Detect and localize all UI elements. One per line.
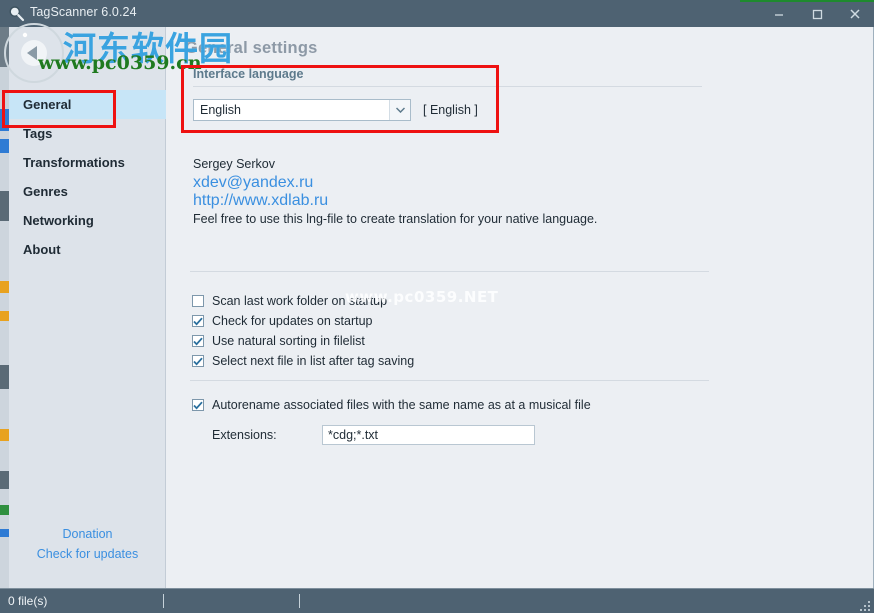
sidebar-item-tags[interactable]: Tags (9, 119, 166, 148)
interface-language-group: Interface language English [ English ] (184, 67, 704, 121)
sidebar-item-about[interactable]: About (9, 235, 166, 264)
page-title: General settings (185, 39, 318, 57)
sidebar-item-transformations[interactable]: Transformations (9, 148, 166, 177)
sidebar-item-general[interactable]: General (9, 90, 166, 119)
language-native-name: [ English ] (423, 103, 478, 117)
maximize-button[interactable] (798, 0, 836, 27)
checkbox-checked-icon[interactable] (192, 355, 204, 367)
translator-website-link[interactable]: http://www.xdlab.ru (193, 192, 597, 210)
checkbox-checked-icon[interactable] (192, 315, 204, 327)
extensions-row: Extensions: (212, 425, 591, 445)
option-check-updates-on-startup[interactable]: Check for updates on startup (192, 311, 414, 331)
option-label: Use natural sorting in filelist (212, 334, 365, 348)
translator-note: Feel free to use this lng-file to create… (193, 212, 598, 226)
sidebar-item-label: General (23, 97, 72, 112)
extensions-input[interactable] (322, 425, 535, 445)
checkbox-checked-icon[interactable] (192, 399, 204, 411)
sidebar-item-label: Genres (23, 184, 68, 199)
language-select[interactable]: English (193, 99, 411, 121)
check-for-updates-link[interactable]: Check for updates (9, 544, 166, 564)
sidebar-nav: General Tags Transformations Genres Netw… (9, 90, 166, 264)
option-natural-sorting[interactable]: Use natural sorting in filelist (192, 331, 414, 351)
status-bar: 0 file(s) (0, 588, 874, 613)
section-divider-2 (190, 380, 709, 381)
option-label: Select next file in list after tag savin… (212, 354, 415, 368)
option-select-next-file[interactable]: Select next file in list after tag savin… (192, 351, 414, 371)
sidebar-links: Donation Check for updates (9, 524, 166, 564)
application-window: TagScanner 6.0.24 General Tags Transform… (0, 0, 874, 613)
group-divider (193, 86, 702, 87)
language-row: English [ English ] (184, 99, 704, 121)
sidebar-item-label: Networking (23, 213, 94, 228)
sidebar-item-genres[interactable]: Genres (9, 177, 166, 206)
startup-options-list: Scan last work folder on startup Check f… (192, 291, 414, 371)
language-select-value: English (200, 103, 241, 117)
sidebar-item-label: Transformations (23, 155, 125, 170)
sidebar-item-label: Tags (23, 126, 53, 141)
minimize-button[interactable] (760, 0, 798, 27)
sidebar: General Tags Transformations Genres Netw… (9, 27, 166, 588)
resize-grip-icon[interactable] (859, 599, 871, 611)
title-bar[interactable]: TagScanner 6.0.24 (0, 0, 874, 27)
translator-name: Sergey Serkov (193, 157, 275, 171)
option-label: Check for updates on startup (212, 314, 373, 328)
window-controls (760, 0, 874, 27)
checkbox-checked-icon[interactable] (192, 335, 204, 347)
status-file-count: 0 file(s) (8, 594, 48, 608)
sidebar-item-networking[interactable]: Networking (9, 206, 166, 235)
content-panel: General settings Interface language Engl… (167, 27, 873, 588)
translator-email-link[interactable]: xdev@yandex.ru (193, 174, 597, 192)
magnifier-icon (8, 5, 25, 22)
checkbox-unchecked-icon[interactable] (192, 295, 204, 307)
section-divider-1 (190, 271, 709, 272)
donation-link[interactable]: Donation (9, 524, 166, 544)
sidebar-item-label: About (23, 242, 61, 257)
autorename-section: Autorename associated files with the sam… (192, 395, 591, 445)
background-window-strip (0, 27, 9, 588)
close-button[interactable] (836, 0, 874, 27)
extensions-label: Extensions: (212, 428, 277, 442)
title-accent-stripe (0, 0, 874, 2)
option-label: Scan last work folder on startup (212, 294, 388, 308)
chevron-down-icon[interactable] (389, 100, 410, 120)
window-title: TagScanner 6.0.24 (30, 5, 137, 19)
status-divider-2 (299, 594, 300, 608)
option-label: Autorename associated files with the sam… (212, 398, 591, 412)
option-autorename-associated-files[interactable]: Autorename associated files with the sam… (192, 395, 591, 415)
translator-info: Sergey Serkov xdev@yandex.ru http://www.… (193, 155, 597, 229)
status-divider-1 (163, 594, 164, 608)
option-scan-last-work-folder[interactable]: Scan last work folder on startup (192, 291, 414, 311)
group-title: Interface language (193, 67, 304, 81)
